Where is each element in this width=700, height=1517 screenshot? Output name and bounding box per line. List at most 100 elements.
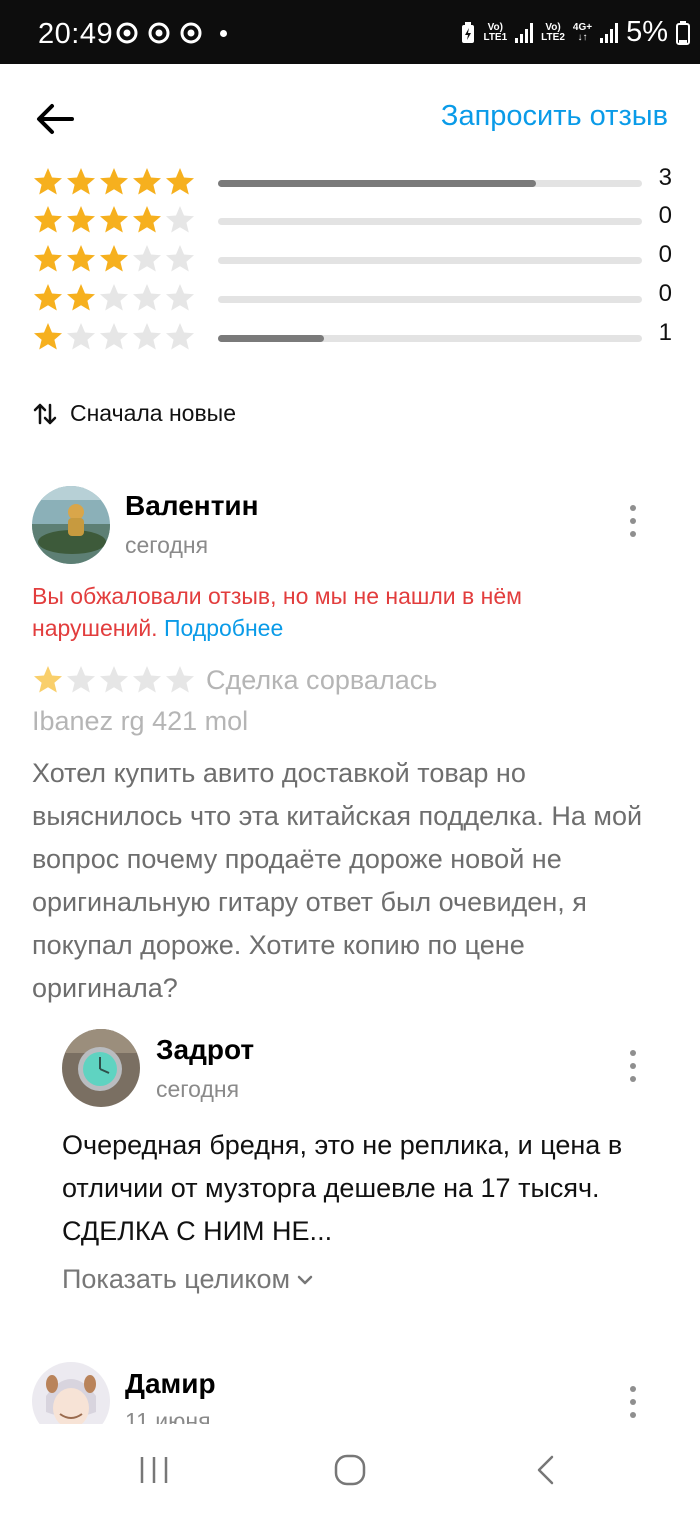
reply-text: Очередная бредня, это не реплика, и цена… [62, 1130, 623, 1246]
more-options-icon[interactable] [628, 1386, 638, 1418]
back-button[interactable] [32, 96, 78, 142]
rating-row-5: 3 [32, 164, 672, 198]
star-empty-icon [100, 666, 128, 693]
star-empty-icon [133, 245, 161, 272]
rating-bar [218, 257, 642, 264]
system-navigation-bar [0, 1424, 700, 1517]
reply-date: сегодня [156, 1076, 240, 1102]
star-empty-icon [166, 666, 194, 693]
chrome-icon [116, 22, 138, 44]
sort-arrows-icon [33, 403, 57, 424]
rating-count: 1 [658, 319, 672, 346]
star-filled-icon [34, 168, 62, 195]
rating-count: 0 [658, 241, 672, 268]
star-filled-icon [67, 245, 95, 272]
star-empty-icon [67, 323, 95, 350]
recents-icon[interactable] [138, 1454, 170, 1486]
star-empty-icon [166, 206, 194, 233]
chevron-down-icon [297, 1275, 313, 1284]
rating-distribution: 3 0 0 0 1 [32, 160, 672, 360]
star-filled-icon [34, 666, 62, 693]
star-empty-icon [133, 284, 161, 311]
battery-saver-icon [462, 21, 475, 43]
review-text: Хотел купить авито доставкой товар но вы… [32, 758, 643, 1003]
home-icon[interactable] [334, 1454, 366, 1486]
star-filled-icon [34, 245, 62, 272]
star-empty-icon [67, 666, 95, 693]
rating-count: 3 [658, 164, 672, 191]
star-empty-icon [133, 666, 161, 693]
stars-1 [32, 321, 197, 353]
avatar[interactable] [32, 486, 110, 564]
more-options-icon[interactable] [628, 505, 638, 537]
rating-bar-fill [218, 335, 324, 342]
avatar-photo-boat [32, 486, 110, 564]
star-filled-icon [34, 323, 62, 350]
product-name[interactable]: Ibanez rg 421 mol [32, 706, 248, 737]
sim1-label: Vo) LTE1 [483, 21, 508, 43]
star-filled-icon [67, 284, 95, 311]
avatar-photo-watch [62, 1029, 140, 1107]
star-empty-icon [166, 323, 194, 350]
chrome-icon [148, 22, 170, 44]
more-notifications-dot [220, 29, 227, 37]
chrome-icon [180, 22, 202, 44]
system-indicators: Vo) LTE1 Vo) LTE2 4G+ ↓↑ 5% [461, 16, 690, 49]
stars-4 [32, 204, 197, 236]
reply-author[interactable]: Задрот [156, 1034, 254, 1066]
rating-count: 0 [658, 202, 672, 229]
request-review-link[interactable]: Запросить отзыв [441, 100, 668, 133]
nav-back-icon[interactable] [530, 1454, 562, 1486]
sort-label: Сначала новые [70, 400, 237, 426]
review-author[interactable]: Валентин [125, 490, 259, 522]
rating-bar [218, 335, 642, 342]
show-full-label: Показать целиком [62, 1264, 291, 1294]
sim2-label: Vo) LTE2 [541, 21, 565, 43]
status-time: 20:49 [38, 18, 114, 50]
rating-row-3: 0 [32, 241, 672, 275]
star-filled-icon [67, 206, 95, 233]
more-info-link[interactable]: Подробнее [164, 615, 283, 641]
network-type: 4G+ ↓↑ [572, 21, 593, 43]
star-empty-icon [166, 245, 194, 272]
signal-icon [515, 22, 534, 43]
reply-avatar[interactable] [62, 1029, 140, 1107]
rating-bar-fill [218, 180, 536, 187]
star-filled-icon [100, 168, 128, 195]
show-full-button[interactable]: Показать целиком [62, 1264, 314, 1295]
star-empty-icon [166, 284, 194, 311]
star-empty-icon [100, 323, 128, 350]
rating-count: 0 [658, 280, 672, 307]
sort-button[interactable]: Сначала новые [32, 400, 236, 427]
star-filled-icon [166, 168, 194, 195]
star-filled-icon [67, 168, 95, 195]
battery-percent: 5% [626, 16, 668, 48]
signal-icon [600, 22, 619, 43]
rating-row-2: 0 [32, 280, 672, 314]
more-options-icon[interactable] [628, 1050, 638, 1082]
star-filled-icon [133, 206, 161, 233]
deal-status: Сделка сорвалась [206, 665, 438, 695]
status-bar: 20:49 Vo) LTE1 Vo) LTE2 4G+ ↓↑ 5% [0, 0, 700, 64]
stars-5 [32, 166, 197, 198]
star-filled-icon [100, 245, 128, 272]
review-author[interactable]: Дамир [125, 1368, 216, 1400]
rating-bar [218, 180, 642, 187]
star-empty-icon [100, 284, 128, 311]
rating-bar [218, 296, 642, 303]
star-filled-icon [133, 168, 161, 195]
star-empty-icon [133, 323, 161, 350]
star-filled-icon [100, 206, 128, 233]
appeal-result-notice: Вы обжаловали отзыв, но мы не нашли в нё… [32, 580, 632, 644]
star-filled-icon [34, 206, 62, 233]
battery-icon [676, 20, 690, 45]
star-filled-icon [34, 284, 62, 311]
rating-row-1: 1 [32, 319, 672, 353]
stars-2 [32, 282, 197, 314]
rating-row-4: 0 [32, 202, 672, 236]
review-date: сегодня [125, 532, 209, 558]
notification-icons [116, 22, 227, 44]
stars-3 [32, 243, 197, 275]
rating-bar [218, 218, 642, 225]
review-rating-stars [32, 664, 197, 696]
